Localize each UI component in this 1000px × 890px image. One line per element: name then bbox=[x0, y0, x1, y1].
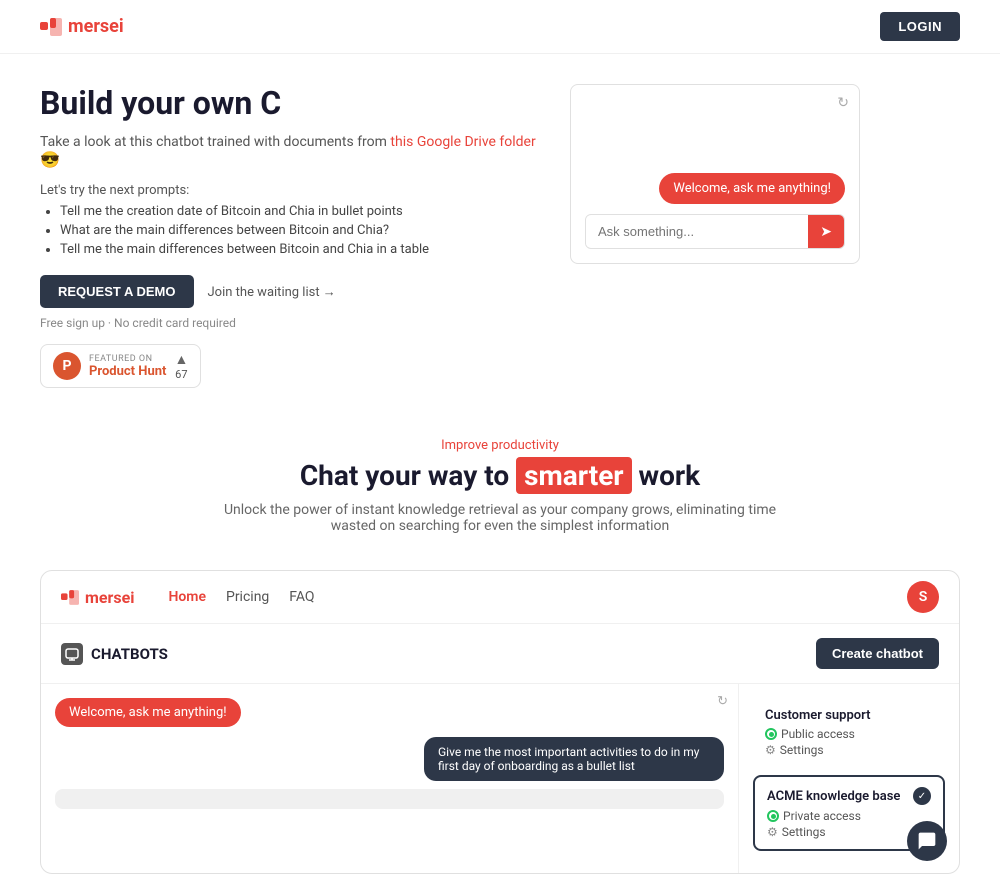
bot-access-label: Private access bbox=[783, 809, 861, 823]
hero-section: Build your own C Take a look at this cha… bbox=[0, 54, 1000, 408]
hero-subtitle-emoji: 😎 bbox=[40, 150, 60, 169]
app-logo-text: mersei bbox=[85, 588, 134, 607]
top-nav: mersei LOGIN bbox=[0, 0, 1000, 54]
tagline-highlight: smarter bbox=[516, 457, 631, 494]
chatbot-icon-svg bbox=[65, 647, 79, 661]
prompts-label: Let's try the next prompts: bbox=[40, 183, 540, 198]
join-waiting-link[interactable]: Join the waiting list → bbox=[208, 284, 336, 300]
chat-send-button[interactable]: ➤ bbox=[808, 215, 844, 248]
product-hunt-icon: P bbox=[53, 352, 81, 380]
bot-item-header: Customer support bbox=[765, 708, 933, 723]
bot-item-customer-support[interactable]: Customer support Public access ⚙ Setting… bbox=[753, 698, 945, 767]
ph-arrow-icon: ▲ bbox=[174, 351, 188, 368]
hero-title: Build your own C bbox=[40, 84, 540, 122]
mersei-logo-icon bbox=[40, 18, 62, 36]
refresh-icon[interactable]: ↻ bbox=[837, 95, 849, 111]
access-dot-icon bbox=[767, 810, 779, 822]
chatbots-title-text: CHATBOTS bbox=[91, 645, 168, 663]
bot-access: Private access bbox=[767, 809, 931, 823]
app-section: mersei Home Pricing FAQ S CHATBOTS Creat… bbox=[40, 570, 960, 874]
chatbots-title: CHATBOTS bbox=[61, 643, 168, 665]
hero-cta: REQUEST A DEMO Join the waiting list → bbox=[40, 275, 540, 308]
login-button[interactable]: LOGIN bbox=[880, 12, 960, 41]
tagline-before: Chat your way to bbox=[300, 459, 509, 492]
product-hunt-badge[interactable]: P FEATURED ON Product Hunt ▲ 67 bbox=[40, 344, 201, 388]
bot-settings-label[interactable]: Settings bbox=[782, 825, 826, 839]
google-drive-link[interactable]: this Google Drive folder bbox=[390, 134, 535, 150]
chatbots-icon bbox=[61, 643, 83, 665]
access-dot-icon bbox=[765, 728, 777, 740]
app-refresh-icon[interactable]: ↻ bbox=[717, 694, 728, 709]
app-nav-links: Home Pricing FAQ bbox=[168, 589, 314, 605]
chat-input[interactable] bbox=[586, 216, 808, 247]
prompt-item: What are the main differences between Bi… bbox=[60, 223, 540, 238]
nav-link-faq[interactable]: FAQ bbox=[289, 589, 314, 605]
app-logo: mersei bbox=[61, 588, 134, 607]
chat-input-row: ➤ bbox=[585, 214, 845, 249]
prompt-item: Tell me the main differences between Bit… bbox=[60, 242, 540, 257]
typing-indicator bbox=[55, 789, 724, 809]
app-chatbots-header: CHATBOTS Create chatbot bbox=[41, 624, 959, 684]
bot-access-label: Public access bbox=[781, 727, 855, 741]
ph-name-label: Product Hunt bbox=[89, 364, 166, 379]
prompt-item: Tell me the creation date of Bitcoin and… bbox=[60, 204, 540, 219]
user-message-bubble: Give me the most important activities to… bbox=[424, 737, 724, 781]
hero-subtitle-prefix: Take a look at this chatbot trained with… bbox=[40, 134, 387, 150]
bot-settings-label[interactable]: Settings bbox=[780, 743, 824, 757]
create-chatbot-button[interactable]: Create chatbot bbox=[816, 638, 939, 669]
main-tagline: Chat your way to smarter work bbox=[40, 459, 960, 492]
request-demo-button[interactable]: REQUEST A DEMO bbox=[40, 275, 194, 308]
chat-float-icon bbox=[917, 831, 937, 851]
hero-subtitle: Take a look at this chatbot trained with… bbox=[40, 134, 540, 169]
improve-label: Improve productivity bbox=[40, 438, 960, 453]
check-icon: ✓ bbox=[913, 787, 931, 805]
prompts-list: Tell me the creation date of Bitcoin and… bbox=[40, 204, 540, 257]
app-chat-column: ↻ Welcome, ask me anything! Give me the … bbox=[41, 684, 739, 873]
bot-item-header: ACME knowledge base ✓ bbox=[767, 787, 931, 805]
app-content: ↻ Welcome, ask me anything! Give me the … bbox=[41, 684, 959, 873]
nav-link-home[interactable]: Home bbox=[168, 589, 206, 605]
app-nav-avatar[interactable]: S bbox=[907, 581, 939, 613]
app-welcome-bubble: Welcome, ask me anything! bbox=[55, 698, 241, 727]
product-hunt-text: FEATURED ON Product Hunt bbox=[89, 354, 166, 379]
ph-vote-count: 67 bbox=[175, 368, 187, 381]
bot-settings[interactable]: ⚙ Settings bbox=[765, 743, 933, 757]
gear-icon: ⚙ bbox=[765, 743, 776, 757]
gear-icon: ⚙ bbox=[767, 825, 778, 839]
ph-featured-label: FEATURED ON bbox=[89, 354, 166, 364]
tagline-sub: Unlock the power of instant knowledge re… bbox=[200, 502, 800, 534]
product-hunt-votes: ▲ 67 bbox=[174, 351, 188, 381]
free-signup-text: Free sign up · No credit card required bbox=[40, 316, 540, 330]
hero-left: Build your own C Take a look at this cha… bbox=[40, 84, 540, 388]
nav-link-pricing[interactable]: Pricing bbox=[226, 589, 269, 605]
chatbot-welcome-bubble: Welcome, ask me anything! bbox=[659, 173, 845, 204]
tagline-after: work bbox=[639, 459, 701, 492]
top-logo: mersei bbox=[40, 16, 124, 37]
top-logo-text: mersei bbox=[68, 16, 124, 37]
bot-name: ACME knowledge base bbox=[767, 789, 900, 804]
app-mersei-logo-icon bbox=[61, 590, 79, 605]
bot-name: Customer support bbox=[765, 708, 870, 723]
hero-chatbot-demo: ↻ Welcome, ask me anything! ➤ bbox=[570, 84, 860, 264]
bot-access: Public access bbox=[765, 727, 933, 741]
app-nav: mersei Home Pricing FAQ S bbox=[41, 571, 959, 624]
middle-section: Improve productivity Chat your way to sm… bbox=[0, 408, 1000, 554]
